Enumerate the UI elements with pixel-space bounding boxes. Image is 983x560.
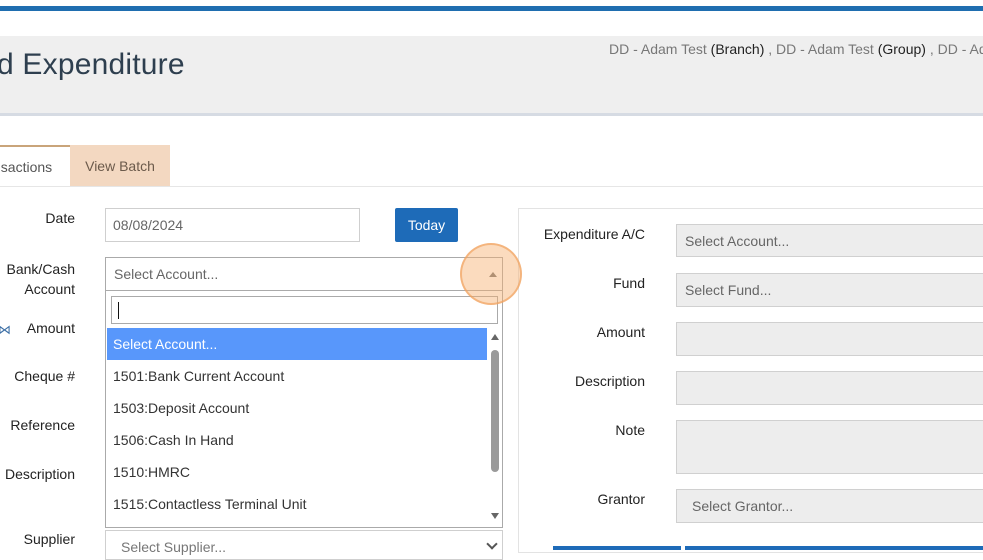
dropdown-option[interactable]: 1515:Contactless Terminal Unit — [107, 488, 487, 520]
scroll-down-icon[interactable] — [491, 513, 499, 519]
click-highlight — [460, 243, 522, 305]
tabs-divider — [0, 186, 983, 187]
today-button[interactable]: Today — [395, 208, 458, 242]
dropdown-options-list: Select Account... 1501:Bank Current Acco… — [107, 328, 487, 520]
bottom-action-button-2[interactable] — [685, 546, 983, 550]
reference-label: Reference — [10, 417, 75, 433]
page-title: d Expenditure — [0, 48, 185, 81]
fund-select[interactable]: Select Fund... — [676, 273, 983, 307]
breadcrumb-branch[interactable]: DD - Adam Test (Branch) — [609, 41, 764, 57]
dropdown-option[interactable]: 1510:HMRC — [107, 456, 487, 488]
tab-transactions[interactable]: nsactions — [0, 145, 70, 186]
supplier-label: Supplier — [23, 531, 75, 547]
right-description-input[interactable] — [676, 371, 983, 405]
dropdown-option[interactable]: Select Account... — [107, 328, 487, 360]
cheque-label: Cheque # — [14, 368, 75, 384]
bottom-action-button[interactable] — [553, 546, 681, 550]
top-accent-bar — [0, 6, 983, 11]
expenditure-account-select[interactable]: Select Account... — [676, 224, 983, 257]
dropdown-option[interactable]: 1503:Deposit Account — [107, 392, 487, 424]
dropdown-option[interactable]: 1506:Cash In Hand — [107, 424, 487, 456]
description-label: Description — [4, 466, 75, 482]
bank-account-select[interactable]: Select Account... — [106, 258, 502, 291]
note-textarea[interactable] — [676, 420, 983, 474]
date-label: Date — [45, 210, 75, 226]
bank-account-dropdown[interactable]: Select Account... Select Account... 1501… — [105, 257, 503, 528]
tab-view-batch[interactable]: View Batch — [70, 145, 170, 186]
right-amount-label: Amount — [596, 324, 645, 340]
grantor-select[interactable]: Select Grantor... — [676, 489, 983, 523]
dropdown-scrollbar[interactable] — [489, 328, 501, 524]
bank-cash-account-label: Bank/Cash Account — [6, 261, 75, 297]
fund-label: Fund — [613, 275, 645, 291]
date-input[interactable]: 08/08/2024 — [105, 208, 360, 242]
breadcrumb-item[interactable]: DD - Ada — [938, 41, 983, 57]
right-amount-input[interactable] — [676, 322, 983, 356]
text-cursor — [118, 302, 119, 319]
expenditure-ac-label: Expenditure A/C — [543, 226, 645, 242]
supplier-select[interactable]: Select Supplier... — [105, 530, 503, 560]
grantor-label: Grantor — [597, 491, 645, 507]
scroll-up-icon[interactable] — [491, 334, 499, 340]
breadcrumb-group[interactable]: DD - Adam Test (Group) — [776, 41, 926, 57]
amount-label: Amount — [26, 320, 75, 336]
note-label: Note — [615, 422, 645, 438]
right-description-label: Description — [574, 373, 645, 389]
breadcrumb: DD - Adam Test (Branch) , DD - Adam Test… — [609, 41, 983, 57]
dropdown-search-input[interactable] — [111, 296, 498, 324]
dropdown-option[interactable]: 1501:Bank Current Account — [107, 360, 487, 392]
scrollbar-thumb[interactable] — [491, 350, 499, 472]
